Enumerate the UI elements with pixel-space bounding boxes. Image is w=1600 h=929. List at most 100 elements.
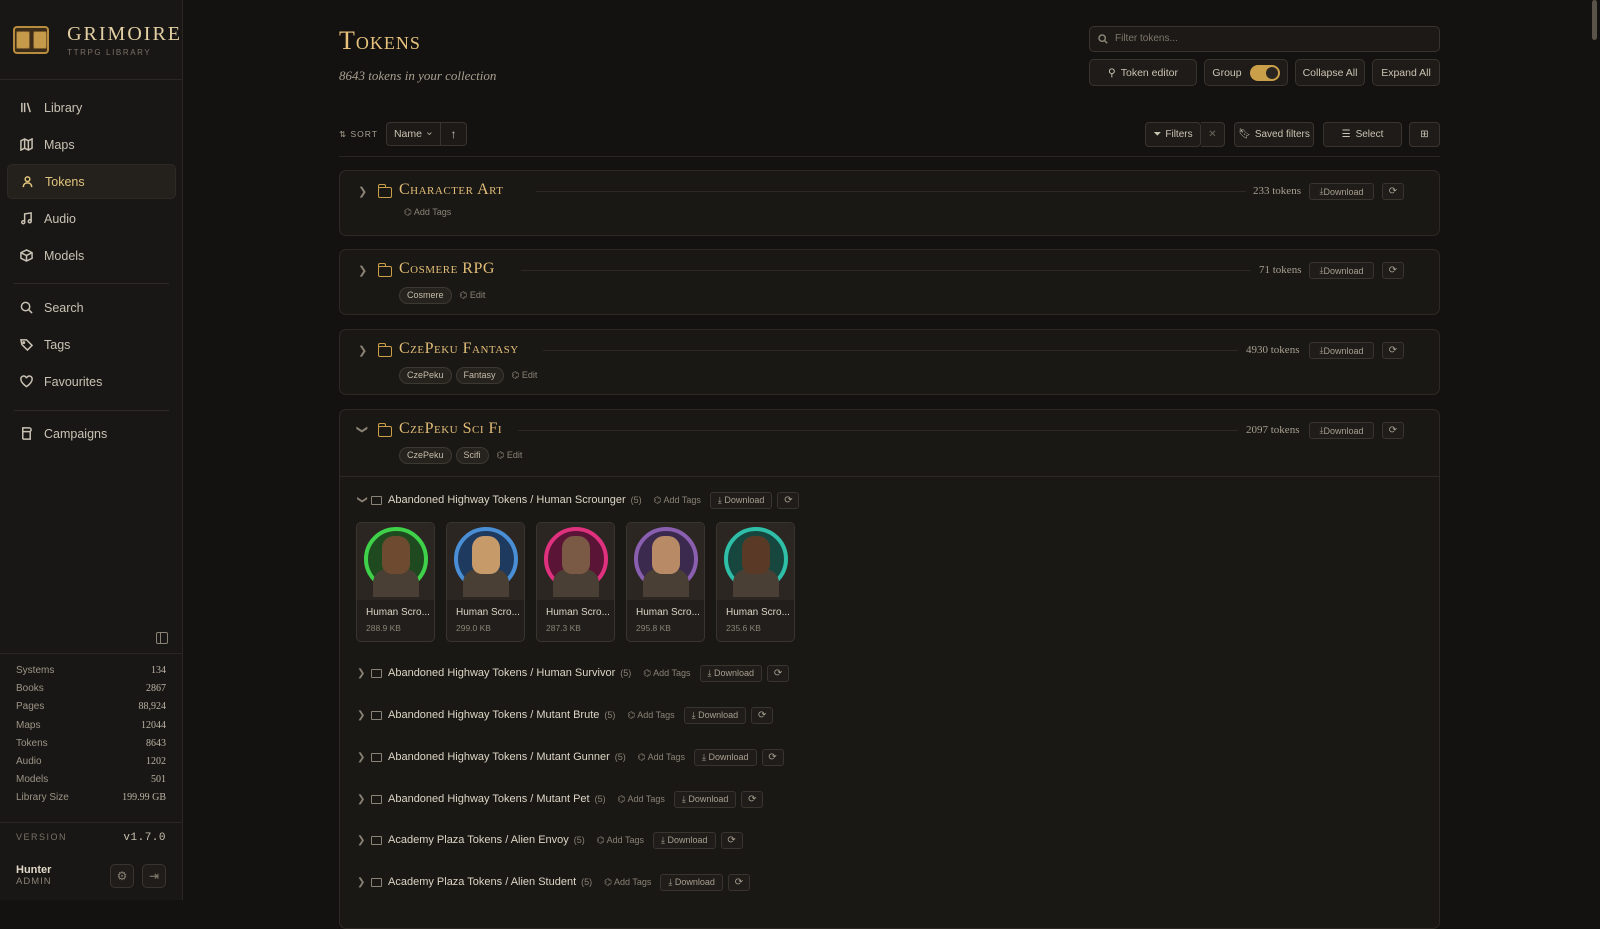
download-button[interactable]: ⤓ Download [699, 664, 763, 682]
edit-tags-button[interactable]: ⌬ Edit [460, 290, 486, 301]
chevron-right-icon: ❯ [357, 793, 366, 805]
download-button[interactable]: ⤓ Download [1309, 422, 1374, 439]
tag-chip[interactable]: CzePeku [399, 367, 452, 384]
grid-view-button[interactable]: ⊞ [1409, 122, 1440, 147]
library-icon [21, 102, 31, 113]
subgroup-row[interactable]: ❯ Abandoned Highway Tokens / Mutant Brute… [357, 705, 774, 725]
refresh-button[interactable]: ⟳ [751, 706, 774, 724]
group-name[interactable]: CzePeku Sci Fi [399, 420, 502, 438]
nav-item-maps[interactable]: Maps [7, 127, 176, 162]
scrollbar-thumb[interactable] [1592, 0, 1597, 40]
gear-icon: ⚙ [116, 868, 128, 883]
expand-all-button[interactable]: Expand All [1372, 59, 1440, 86]
token-editor-button[interactable]: ⚲ Token editor [1089, 59, 1197, 86]
tag-chip[interactable]: Cosmere [399, 287, 452, 304]
token-card[interactable]: Human Scro... 235.6 KB [716, 522, 795, 642]
subgroup-row[interactable]: ❯ Academy Plaza Tokens / Alien Student (5)… [357, 872, 750, 892]
refresh-button[interactable]: ⟳ [741, 790, 764, 808]
refresh-button[interactable]: ⟳ [761, 748, 784, 766]
nav-item-audio[interactable]: Audio [7, 201, 176, 236]
tag-chip[interactable]: Scifi [455, 447, 489, 464]
add-tags-button[interactable]: ⌬ Add Tags [643, 668, 690, 679]
brand[interactable]: GRIMOIRE TTRPG LIBRARY [0, 0, 182, 80]
tag-icon: ⌬ [511, 370, 522, 380]
nav-item-campaigns[interactable]: Campaigns [7, 416, 176, 451]
download-button[interactable]: ⤓ Download [709, 491, 773, 509]
add-tags-button[interactable]: ⌬ Add Tags [654, 495, 701, 506]
sort-direction-button[interactable]: ↑ [440, 122, 467, 146]
nav-item-library[interactable]: Library [7, 90, 176, 125]
nav-item-models[interactable]: Models [7, 238, 176, 273]
heart-icon [20, 375, 33, 388]
token-card[interactable]: Human Scro... 287.3 KB [536, 522, 615, 642]
add-tags-button[interactable]: ⌬ Add Tags [604, 877, 651, 888]
refresh-button[interactable]: ⟳ [1382, 183, 1404, 200]
refresh-button[interactable]: ⟳ [777, 491, 800, 509]
nav-item-tokens[interactable]: Tokens [7, 164, 176, 199]
collapse-sidebar-icon[interactable] [156, 632, 168, 644]
tag-row: ⌬ Add Tags [399, 207, 451, 218]
filter-tokens-input[interactable]: Filter tokens... [1089, 26, 1440, 52]
download-button[interactable]: ⤓ Download [673, 790, 737, 808]
collapse-all-button[interactable]: Collapse All [1295, 59, 1365, 86]
nav-item-search[interactable]: Search [7, 290, 176, 325]
chevron-right-icon[interactable]: ❯ [358, 264, 367, 277]
tag-chip[interactable]: CzePeku [399, 447, 452, 464]
download-button[interactable]: ⤓ Download [694, 748, 757, 766]
subgroup-row[interactable]: ❯ Abandoned Highway Tokens / Mutant Pet (5… [357, 789, 764, 809]
add-tags-button[interactable]: ⌬ Add Tags [404, 207, 451, 218]
chevron-right-icon[interactable]: ❯ [358, 344, 367, 357]
subgroup-row[interactable]: ❯ Abandoned Highway Tokens / Human Scroun… [357, 490, 800, 510]
token-card[interactable]: Human Scro... 288.9 KB [356, 522, 435, 642]
user-icon [22, 176, 33, 188]
download-button[interactable]: ⤓ Download [660, 873, 723, 891]
group-switch[interactable] [1249, 64, 1280, 81]
group-name[interactable]: Character Art [399, 181, 504, 199]
nav-item-tags[interactable]: Tags [7, 327, 176, 362]
folder-icon [371, 752, 382, 762]
tag-icon: ⌬ [653, 494, 664, 505]
subgroup-row[interactable]: ❯ Abandoned Highway Tokens / Mutant Gunne… [357, 747, 784, 767]
add-tags-button[interactable]: ⌬ Add Tags [618, 794, 665, 805]
refresh-button[interactable]: ⟳ [1382, 422, 1404, 439]
refresh-button[interactable]: ⟳ [727, 873, 750, 891]
stat-library-size: Library Size 199.99 GB [16, 792, 166, 804]
download-button[interactable]: ⤓ Download [683, 706, 747, 724]
refresh-icon: ⟳ [1388, 265, 1398, 276]
edit-tags-button[interactable]: ⌬ Edit [512, 370, 538, 381]
group-toggle[interactable]: Group [1204, 59, 1288, 86]
download-button[interactable]: ⤓ Download [1309, 342, 1374, 359]
chevron-right-icon[interactable]: ❯ [358, 185, 367, 198]
download-button[interactable]: ⤓ Download [1309, 262, 1374, 279]
chevron-down-icon[interactable]: ❯ [356, 425, 369, 434]
chevron-right-icon: ❯ [357, 834, 366, 846]
settings-button[interactable]: ⚙ [110, 864, 134, 888]
subgroup-row[interactable]: ❯ Academy Plaza Tokens / Alien Envoy (5) ⌬ … [357, 830, 743, 850]
refresh-button[interactable]: ⟳ [1382, 342, 1404, 359]
download-button[interactable]: ⤓ Download [1309, 183, 1374, 200]
refresh-button[interactable]: ⟳ [767, 664, 790, 682]
refresh-button[interactable]: ⟳ [720, 831, 743, 849]
refresh-button[interactable]: ⟳ [1382, 262, 1404, 279]
token-card[interactable]: Human Scro... 295.8 KB [626, 522, 705, 642]
add-tags-button[interactable]: ⌬ Add Tags [627, 710, 674, 721]
saved-filters-button[interactable]: 🔖︎ Saved filters [1234, 122, 1314, 147]
group-name[interactable]: CzePeku Fantasy [399, 340, 519, 358]
bookmark-icon: 🔖︎ [1238, 129, 1251, 140]
nav-item-favourites[interactable]: Favourites [7, 364, 176, 399]
download-button[interactable]: ⤓ Download [653, 831, 716, 849]
add-tags-button[interactable]: ⌬ Add Tags [638, 752, 685, 763]
sidebar: GRIMOIRE TTRPG LIBRARY Library Maps Toke… [0, 0, 183, 900]
edit-tags-button[interactable]: ⌬ Edit [497, 450, 523, 461]
group-name[interactable]: Cosmere RPG [399, 260, 495, 278]
logout-button[interactable]: ⇥ [142, 864, 166, 888]
select-button[interactable]: ☰ Select [1323, 122, 1402, 147]
tag-chip[interactable]: Fantasy [455, 367, 504, 384]
subgroup-row[interactable]: ❯ Abandoned Highway Tokens / Human Surviv… [357, 663, 790, 683]
add-tags-button[interactable]: ⌬ Add Tags [597, 835, 644, 846]
token-card[interactable]: Human Scro... 299.0 KB [446, 522, 525, 642]
filters-button[interactable]: ⏷ Filters [1145, 122, 1201, 147]
refresh-icon: ⟳ [757, 709, 767, 721]
clear-filters-button[interactable]: ✕ [1201, 122, 1225, 147]
sort-select[interactable]: Name [385, 121, 441, 146]
